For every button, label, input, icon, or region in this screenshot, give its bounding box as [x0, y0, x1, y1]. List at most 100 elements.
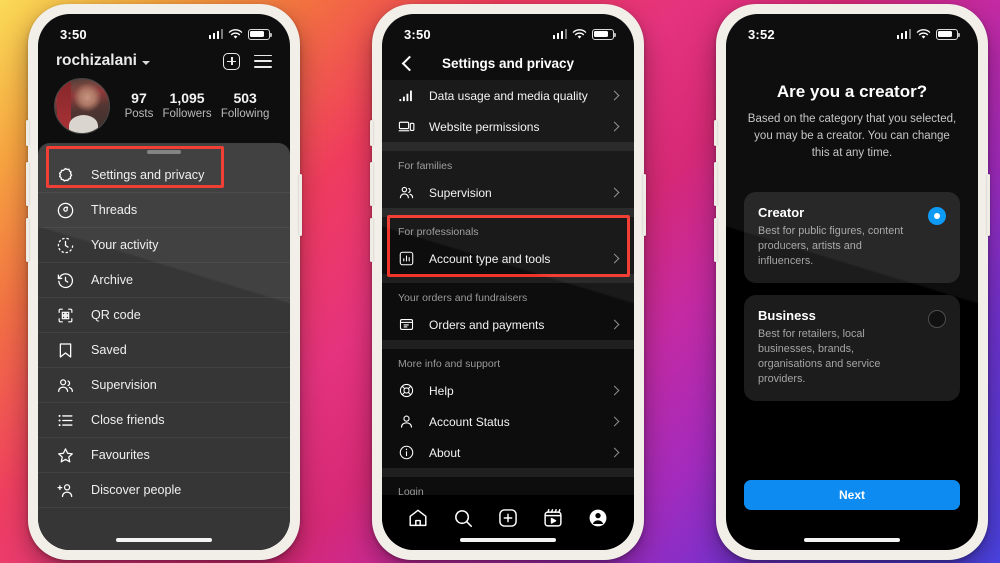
settings-row-data-usage[interactable]: Data usage and media quality	[382, 80, 634, 111]
home-indicator[interactable]	[460, 538, 556, 542]
settings-row-label: Supervision	[429, 185, 492, 200]
section-divider	[382, 208, 634, 217]
signal-bars-icon	[896, 29, 911, 39]
activity-clock-icon	[56, 236, 75, 255]
chevron-right-icon	[609, 121, 620, 132]
archive-clock-icon	[56, 271, 75, 290]
phone3-power-button[interactable]	[987, 174, 990, 236]
phone1-volume-up-button[interactable]	[26, 162, 29, 206]
option-card-business[interactable]: Business Best for retailers, local busin…	[744, 295, 960, 401]
option-card-creator[interactable]: Creator Best for public figures, content…	[744, 192, 960, 283]
menu-item-close-friends[interactable]: Close friends	[38, 403, 290, 438]
settings-row-account-type-and-tools[interactable]: Account type and tools	[382, 243, 634, 274]
phone1-power-button[interactable]	[299, 174, 302, 236]
supervision-people-icon	[56, 376, 75, 395]
menu-item-discover-people[interactable]: Discover people	[38, 473, 290, 508]
phone1-profile-header: rochizalani	[38, 46, 290, 74]
phone2-power-button[interactable]	[643, 174, 646, 236]
home-indicator[interactable]	[804, 538, 900, 542]
menu-item-label: Threads	[91, 203, 138, 217]
settings-section-for-families: For families Supervision	[382, 151, 634, 208]
phone-3-creator-selection: 3:52 Are you a creator? Based on the cat…	[714, 4, 990, 560]
followers-count: 1,095	[169, 90, 205, 106]
account-type-options: Creator Best for public figures, content…	[726, 162, 978, 401]
help-lifebuoy-icon	[398, 382, 415, 399]
sheet-drag-handle[interactable]	[147, 150, 181, 154]
creator-intro: Are you a creator? Based on the category…	[726, 46, 978, 162]
following-count: 503	[233, 90, 257, 106]
menu-item-your-activity[interactable]: Your activity	[38, 228, 290, 263]
section-label-more-info: More info and support	[398, 358, 501, 370]
create-plus-icon[interactable]	[497, 507, 519, 529]
phone-2-settings: 3:50 Settings and privacy Data usage and…	[370, 4, 646, 560]
menu-item-label: Archive	[91, 273, 133, 287]
phone1-profile-stats: 97 Posts 1,095 Followers 503 Following	[38, 74, 290, 144]
settings-row-account-status[interactable]: Account Status	[382, 406, 634, 437]
option-title: Creator	[758, 205, 805, 220]
menu-item-settings-and-privacy[interactable]: Settings and privacy	[38, 158, 290, 193]
stat-posts[interactable]: 97 Posts	[125, 90, 154, 122]
menu-item-supervision[interactable]: Supervision	[38, 368, 290, 403]
phone2-volume-up-button[interactable]	[370, 162, 373, 206]
settings-row-label: Data usage and media quality	[429, 88, 588, 103]
settings-row-orders-and-payments[interactable]: Orders and payments	[382, 309, 634, 340]
stat-followers[interactable]: 1,095 Followers	[162, 90, 211, 122]
home-indicator[interactable]	[116, 538, 212, 542]
menu-item-label: Favourites	[91, 448, 150, 462]
orders-payments-icon	[398, 316, 415, 333]
reels-icon[interactable]	[542, 507, 564, 529]
signal-bars-icon	[552, 29, 567, 39]
stat-following[interactable]: 503 Following	[221, 90, 270, 122]
search-icon[interactable]	[452, 507, 474, 529]
settings-row-help[interactable]: Help	[382, 375, 634, 406]
settings-row-website-permissions[interactable]: Website permissions	[382, 111, 634, 142]
chevron-right-icon	[609, 416, 620, 427]
threads-icon	[56, 201, 75, 220]
info-circle-icon	[398, 444, 415, 461]
phone1-volume-down-button[interactable]	[26, 218, 29, 262]
radio-button-creator-selected[interactable]	[928, 207, 946, 225]
plus-square-icon[interactable]	[223, 52, 240, 70]
menu-item-label: Settings and privacy	[91, 168, 205, 182]
settings-section-more-info: More info and support Help Account Statu…	[382, 349, 634, 468]
gear-icon	[56, 166, 75, 185]
home-icon[interactable]	[407, 507, 429, 529]
profile-icon[interactable]	[587, 507, 609, 529]
menu-item-archive[interactable]: Archive	[38, 263, 290, 298]
menu-item-threads[interactable]: Threads	[38, 193, 290, 228]
bottom-tab-bar	[382, 498, 634, 550]
wifi-icon	[572, 28, 587, 39]
hamburger-menu-icon[interactable]	[254, 54, 272, 68]
section-divider	[382, 142, 634, 151]
posts-label: Posts	[124, 108, 154, 120]
phone2-screen: 3:50 Settings and privacy Data usage and…	[382, 14, 634, 550]
menu-item-label: Your activity	[91, 238, 159, 252]
settings-row-about[interactable]: About	[382, 437, 634, 468]
menu-item-label: Supervision	[91, 378, 157, 392]
phone2-mute-switch[interactable]	[370, 120, 373, 146]
settings-row-supervision[interactable]: Supervision	[382, 177, 634, 208]
phone1-mute-switch[interactable]	[26, 120, 29, 146]
phone3-mute-switch[interactable]	[714, 120, 717, 146]
phone3-status-bar: 3:52	[726, 14, 978, 46]
phone2-volume-down-button[interactable]	[370, 218, 373, 262]
menu-item-label: Close friends	[91, 413, 165, 427]
settings-list: Data usage and media quality Website per…	[382, 80, 634, 495]
menu-item-saved[interactable]: Saved	[38, 333, 290, 368]
profile-avatar[interactable]	[54, 78, 110, 134]
phone1-screen: 3:50 rochizalani 97 Posts 1,095 Follower…	[38, 14, 290, 550]
menu-item-qr-code[interactable]: QR code	[38, 298, 290, 333]
phone3-volume-up-button[interactable]	[714, 162, 717, 206]
menu-item-favourites[interactable]: Favourites	[38, 438, 290, 473]
username-label: rochizalani	[56, 52, 137, 69]
next-button[interactable]: Next	[744, 480, 960, 510]
phone3-volume-down-button[interactable]	[714, 218, 717, 262]
chevron-right-icon	[609, 385, 620, 396]
phone1-status-time: 3:50	[60, 26, 87, 42]
radio-button-business-unselected[interactable]	[928, 310, 946, 328]
section-label-login-cutoff: Login	[382, 477, 634, 495]
wifi-icon	[228, 28, 243, 39]
username-dropdown[interactable]: rochizalani	[56, 52, 150, 70]
section-divider	[382, 468, 634, 477]
chevron-right-icon	[609, 253, 620, 264]
